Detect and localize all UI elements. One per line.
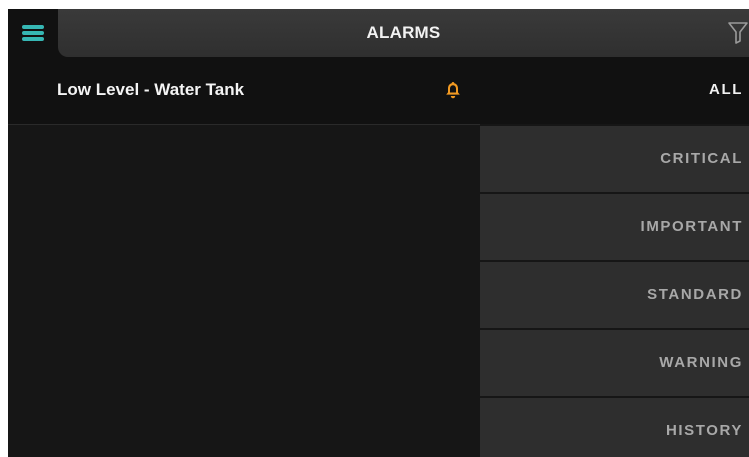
top-bar: ALARMS	[8, 9, 749, 57]
filter-icon	[728, 22, 748, 44]
filter-warning[interactable]: WARNING	[480, 330, 749, 396]
filter-history[interactable]: HISTORY	[480, 398, 749, 457]
alarm-filter-list: ALL CRITICAL IMPORTANT STANDARD WARNING …	[480, 57, 749, 457]
filter-important[interactable]: IMPORTANT	[480, 194, 749, 260]
filter-critical[interactable]: CRITICAL	[480, 126, 749, 192]
bell-icon	[446, 82, 460, 99]
filter-all[interactable]: ALL	[480, 57, 749, 124]
page-title: ALARMS	[366, 23, 441, 42]
filter-button[interactable]	[727, 20, 749, 46]
header-bar: ALARMS	[58, 9, 749, 57]
menu-button[interactable]	[8, 9, 58, 57]
hamburger-menu-icon	[22, 25, 44, 41]
filter-standard[interactable]: STANDARD	[480, 262, 749, 328]
alarm-list-item[interactable]: Low Level - Water Tank	[8, 57, 480, 125]
alarm-list: Low Level - Water Tank	[8, 57, 480, 457]
alarm-label: Low Level - Water Tank	[57, 80, 245, 99]
alarms-app: ALARMS Low Level - Water Tank ALL CRITIC…	[8, 9, 749, 457]
